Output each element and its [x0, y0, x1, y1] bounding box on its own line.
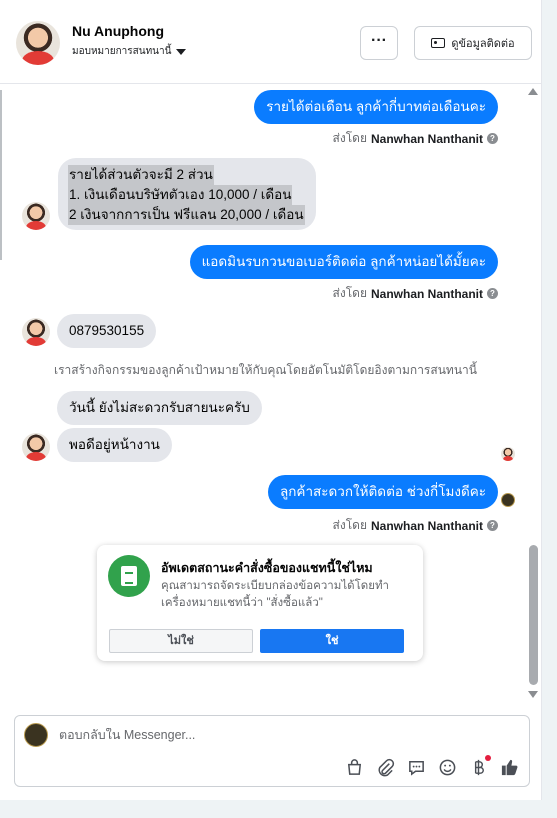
- order-receipt-icon: [108, 555, 150, 597]
- sent-by-label: ส่งโดย Nanwhan Nanthanit ?: [333, 516, 498, 535]
- view-contact-label: ดูข้อมูลติดต่อ: [451, 38, 515, 50]
- order-status-prompt: อัพเดตสถานะคำสั่งซื้อของแชทนี้ใช่ไหม คุณ…: [97, 545, 423, 661]
- contact-avatar-small[interactable]: [22, 202, 50, 230]
- conversation-header: Nu Anuphong มอบหมายการสนทนานี้ ··· ดูข้อ…: [0, 0, 542, 84]
- emoji-icon[interactable]: [438, 758, 457, 777]
- message-line: 2 เงินจากการเป็น ฟรีแลน 20,000 / เดือน: [68, 205, 305, 225]
- sent-by-label: ส่งโดย Nanwhan Nanthanit ?: [333, 284, 498, 303]
- contact-avatar-small[interactable]: [22, 433, 50, 461]
- prompt-body: คุณสามารถจัดระเบียบกล่องข้อความได้โดยทำเ…: [161, 580, 390, 609]
- saved-reply-icon[interactable]: [407, 758, 426, 777]
- sender-name: Nanwhan Nanthanit: [370, 286, 483, 301]
- shopping-bag-icon[interactable]: [345, 758, 364, 777]
- info-icon[interactable]: ?: [487, 520, 498, 531]
- reply-composer: [14, 715, 530, 787]
- like-icon[interactable]: [500, 758, 519, 777]
- outgoing-message[interactable]: แอดมินรบกวนขอเบอร์ติดต่อ ลูกค้าหน่อยได้ม…: [189, 245, 498, 279]
- prompt-yes-button[interactable]: ใช่: [260, 629, 404, 653]
- more-options-button[interactable]: ···: [360, 26, 398, 60]
- contact-card-icon: [431, 38, 446, 48]
- chevron-down-icon: [176, 48, 187, 55]
- assign-conversation-dropdown[interactable]: มอบหมายการสนทนานี้: [72, 44, 187, 59]
- incoming-message[interactable]: วันนี้ ยังไม่สะดวกรับสายนะครับ: [57, 391, 262, 425]
- info-icon[interactable]: ?: [487, 133, 498, 144]
- scrollbar-thumb[interactable]: [529, 545, 538, 685]
- notification-dot: [485, 755, 491, 761]
- outgoing-message[interactable]: ลูกค้าสะดวกให้ติดต่อ ช่วงกี่โมงดีคะ: [267, 475, 498, 509]
- scroll-up-arrow[interactable]: [528, 88, 538, 95]
- contact-avatar-small[interactable]: [22, 318, 50, 346]
- contact-name[interactable]: Nu Anuphong: [72, 23, 164, 39]
- conversation-panel: Nu Anuphong มอบหมายการสนทนานี้ ··· ดูข้อ…: [0, 0, 542, 800]
- incoming-message[interactable]: 0879530155: [57, 314, 157, 348]
- sender-name: Nanwhan Nanthanit: [370, 131, 483, 146]
- sender-name: Nanwhan Nanthanit: [370, 518, 483, 533]
- sent-by-prefix: ส่งโดย: [332, 518, 367, 532]
- outgoing-message[interactable]: รายได้ต่อเดือน ลูกค้ากี่บาทต่อเดือนคะ: [254, 90, 498, 124]
- baht-payment-icon[interactable]: [469, 755, 491, 777]
- info-icon[interactable]: ?: [487, 288, 498, 299]
- scroll-down-arrow[interactable]: [528, 691, 538, 698]
- prompt-title: อัพเดตสถานะคำสั่งซื้อของแชทนี้ใช่ไหม: [161, 561, 373, 575]
- contact-avatar[interactable]: [16, 21, 60, 65]
- message-line: 1. เงินเดือนบริษัทตัวเอง 10,000 / เดือน: [68, 185, 293, 205]
- page-avatar-small: [501, 493, 515, 507]
- reply-input[interactable]: [59, 728, 459, 742]
- assign-label: มอบหมายการสนทนานี้: [72, 46, 172, 57]
- sent-by-prefix: ส่งโดย: [332, 286, 367, 300]
- sent-by-prefix: ส่งโดย: [332, 131, 367, 145]
- message-thread[interactable]: รายได้ต่อเดือน ลูกค้ากี่บาทต่อเดือนคะ ส่…: [0, 85, 540, 705]
- composer-toolbar: [345, 755, 519, 777]
- view-contact-button[interactable]: ดูข้อมูลติดต่อ: [414, 26, 532, 60]
- message-line: รายได้ส่วนตัวจะมี 2 ส่วน: [68, 165, 214, 185]
- paperclip-icon[interactable]: [376, 758, 395, 777]
- sent-by-label: ส่งโดย Nanwhan Nanthanit ?: [333, 129, 498, 148]
- system-notice: เราสร้างกิจกรรมของลูกค้าเป้าหมายให้กับคุ…: [54, 363, 477, 377]
- page-avatar: [24, 723, 48, 747]
- incoming-message[interactable]: รายได้ส่วนตัวจะมี 2 ส่วน 1. เงินเดือนบริ…: [58, 158, 316, 230]
- prompt-no-button[interactable]: ไม่ใช่: [109, 629, 253, 653]
- incoming-message[interactable]: พอดีอยู่หน้างาน: [57, 428, 172, 462]
- read-receipt-avatar: [501, 447, 515, 461]
